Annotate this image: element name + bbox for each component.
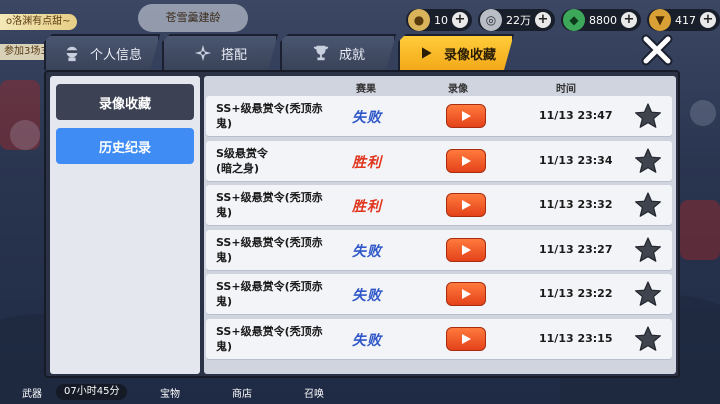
play-replay-button[interactable] bbox=[446, 237, 486, 262]
play-icon bbox=[462, 111, 471, 121]
play-replay-button[interactable] bbox=[446, 326, 486, 351]
resource-value: 8800 bbox=[589, 13, 617, 27]
star-icon bbox=[635, 236, 661, 262]
panel-sidebar: 录像收藏 历史纪录 bbox=[50, 76, 200, 374]
ryo-coin-icon: ◎ bbox=[480, 9, 502, 31]
star-icon bbox=[635, 103, 661, 128]
event-banner[interactable]: 苍雪羹建龄 bbox=[138, 4, 248, 32]
bottom-item-weapon[interactable]: 武器 bbox=[22, 385, 42, 400]
close-icon bbox=[641, 34, 673, 66]
background-snow bbox=[10, 120, 40, 150]
column-header-time: 时间 bbox=[556, 84, 576, 95]
replay-list: 赛果 录像 时间 SS+级悬赏令(秃顶赤鬼) 失败 11/13 23:47 S级… bbox=[204, 76, 676, 374]
resource-coin-bag: ● 10 + bbox=[406, 9, 472, 31]
favorite-star-button[interactable] bbox=[634, 325, 662, 353]
replay-row: SS+级悬赏令(秃顶赤鬼) 胜利 11/13 23:32 bbox=[206, 185, 672, 225]
play-icon bbox=[462, 333, 471, 344]
close-button[interactable] bbox=[637, 30, 677, 70]
play-icon bbox=[416, 43, 436, 63]
resource-gold: ▼ 417 + bbox=[647, 9, 720, 31]
replay-time: 11/13 23:22 bbox=[539, 287, 613, 300]
ninja-head-icon bbox=[62, 43, 82, 63]
replay-row: SS+级悬赏令(秃顶赤鬼) 失败 11/13 23:27 bbox=[206, 229, 672, 270]
favorite-star-button[interactable] bbox=[634, 102, 662, 130]
replay-mode: S级悬赏令 (暗之身) bbox=[216, 146, 268, 175]
top-ticker[interactable]: o洛渊有点甜~ bbox=[0, 14, 77, 30]
trophy-icon bbox=[311, 43, 331, 63]
replay-row: SS+级悬赏令(秃顶赤鬼) 失败 11/13 23:47 bbox=[206, 96, 672, 136]
replay-mode: SS+级悬赏令(秃顶赤鬼) bbox=[216, 102, 323, 130]
replay-result: 失败 bbox=[352, 110, 382, 126]
bottom-bar: 武器 07小时45分 宝物 商店 召唤 bbox=[0, 378, 720, 404]
replay-row: S级悬赏令 (暗之身) 胜利 11/13 23:34 bbox=[206, 140, 672, 181]
play-replay-button[interactable] bbox=[446, 104, 486, 128]
background-banner bbox=[680, 200, 720, 260]
replay-result: 胜利 bbox=[352, 154, 382, 171]
favorite-star-button[interactable] bbox=[634, 147, 662, 175]
star-icon bbox=[635, 147, 661, 173]
replay-mode: SS+级悬赏令(秃顶赤鬼) bbox=[216, 280, 323, 308]
column-header-result: 赛果 bbox=[356, 84, 376, 95]
replay-result: 胜利 bbox=[352, 199, 382, 215]
add-ryo-button[interactable]: + bbox=[535, 12, 551, 28]
background-snow bbox=[690, 100, 716, 126]
replay-panel: 录像收藏 历史纪录 赛果 录像 时间 SS+级悬赏令(秃顶赤鬼) 失败 11/1… bbox=[44, 70, 680, 378]
play-replay-button[interactable] bbox=[446, 148, 486, 173]
resource-ryo: ◎ 22万 + bbox=[478, 9, 555, 31]
tab-loadout[interactable]: 搭配 bbox=[162, 34, 278, 70]
bottom-item-shop[interactable]: 商店 bbox=[232, 385, 252, 400]
play-replay-button[interactable] bbox=[446, 193, 486, 217]
replay-time: 11/13 23:15 bbox=[539, 331, 613, 345]
star-icon bbox=[635, 281, 661, 306]
timer-display: 07小时45分 bbox=[56, 384, 128, 400]
replay-result: 失败 bbox=[352, 332, 382, 349]
sidebar-item-history[interactable]: 历史纪录 bbox=[56, 128, 194, 164]
favorite-star-button[interactable] bbox=[634, 191, 662, 219]
tab-replay-collection[interactable]: 录像收藏 bbox=[398, 34, 514, 70]
tab-achievements[interactable]: 成就 bbox=[280, 34, 396, 70]
play-icon bbox=[462, 289, 471, 299]
replay-result: 失败 bbox=[352, 243, 382, 260]
play-icon bbox=[462, 244, 471, 255]
favorite-star-button[interactable] bbox=[634, 280, 662, 308]
tab-label: 成就 bbox=[338, 47, 365, 63]
star-icon bbox=[635, 325, 661, 351]
tab-label: 个人信息 bbox=[89, 47, 142, 63]
replay-mode: SS+级悬赏令(秃顶赤鬼) bbox=[216, 191, 323, 219]
bottom-item-treasure[interactable]: 宝物 bbox=[160, 385, 180, 400]
tab-label: 录像收藏 bbox=[443, 47, 496, 63]
replay-mode: SS+级悬赏令(秃顶赤鬼) bbox=[216, 324, 323, 353]
jade-icon: ◆ bbox=[563, 9, 585, 31]
resource-value: 10 bbox=[434, 13, 448, 27]
sidebar-item-replay-collection[interactable]: 录像收藏 bbox=[56, 84, 194, 120]
replay-time: 11/13 23:47 bbox=[539, 109, 613, 122]
add-gold-button[interactable]: + bbox=[700, 12, 716, 28]
gold-pin-icon: ▼ bbox=[649, 9, 671, 31]
column-header-replay: 录像 bbox=[448, 84, 468, 95]
play-replay-button[interactable] bbox=[446, 282, 486, 306]
resource-value: 22万 bbox=[506, 14, 531, 27]
replay-mode: SS+级悬赏令(秃顶赤鬼) bbox=[216, 235, 323, 264]
resource-value: 417 bbox=[675, 13, 696, 27]
replay-rows: SS+级悬赏令(秃顶赤鬼) 失败 11/13 23:47 S级悬赏令 (暗之身)… bbox=[206, 96, 672, 363]
resource-jade: ◆ 8800 + bbox=[561, 9, 641, 31]
tab-profile[interactable]: 个人信息 bbox=[44, 34, 160, 70]
bottom-item-summon[interactable]: 召唤 bbox=[304, 385, 324, 400]
replay-time: 11/13 23:34 bbox=[539, 153, 613, 167]
favorite-star-button[interactable] bbox=[634, 236, 662, 264]
replay-time: 11/13 23:32 bbox=[539, 198, 613, 211]
play-icon bbox=[462, 155, 471, 166]
add-coin-bag-button[interactable]: + bbox=[452, 12, 468, 28]
play-icon bbox=[462, 200, 471, 210]
tab-label: 搭配 bbox=[220, 47, 247, 63]
coin-bag-icon: ● bbox=[408, 9, 430, 31]
replay-row: SS+级悬赏令(秃顶赤鬼) 失败 11/13 23:15 bbox=[206, 318, 672, 359]
replay-result: 失败 bbox=[352, 288, 382, 304]
tab-bar: 个人信息 搭配 成就 录像收藏 bbox=[44, 34, 516, 70]
add-jade-button[interactable]: + bbox=[621, 12, 637, 28]
replay-time: 11/13 23:27 bbox=[539, 242, 613, 256]
shuriken-icon bbox=[193, 43, 213, 63]
star-icon bbox=[635, 192, 661, 217]
replay-row: SS+级悬赏令(秃顶赤鬼) 失败 11/13 23:22 bbox=[206, 274, 672, 314]
